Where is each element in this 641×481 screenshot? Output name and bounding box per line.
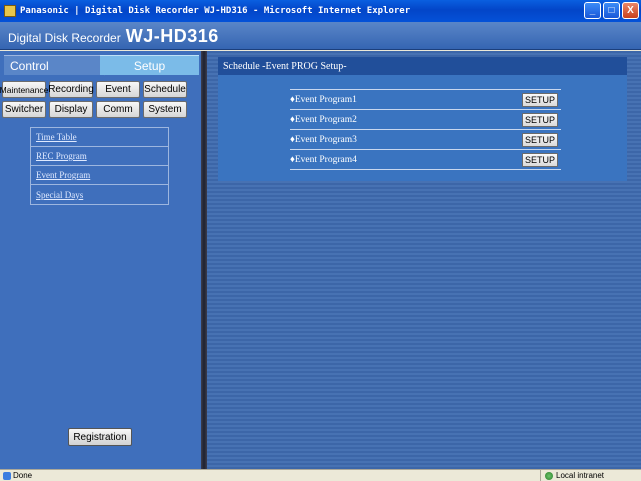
model-name: WJ-HD316 bbox=[125, 26, 219, 46]
event-button[interactable]: Event bbox=[96, 81, 140, 98]
setup-button[interactable]: SETUP bbox=[522, 92, 558, 107]
recording-button[interactable]: Recording bbox=[48, 81, 94, 98]
menu-row-1: Maintenance Recording Event Schedule bbox=[0, 81, 187, 98]
system-button[interactable]: System bbox=[143, 101, 187, 118]
menu-row-2: Switcher Display Comm System bbox=[2, 101, 187, 118]
event-program-label: ♦Event Program3 bbox=[290, 134, 357, 145]
tab-setup[interactable]: Setup bbox=[100, 55, 199, 75]
display-button[interactable]: Display bbox=[49, 101, 93, 118]
schedule-submenu: Time Table REC Program Event Program Spe… bbox=[30, 127, 169, 205]
list-item: ♦Event Program3 SETUP bbox=[290, 130, 561, 150]
close-button[interactable]: X bbox=[622, 2, 639, 19]
ie-app-icon bbox=[4, 5, 16, 17]
event-program-label: ♦Event Program1 bbox=[290, 94, 357, 105]
minimize-button[interactable]: _ bbox=[584, 2, 601, 19]
window-title: Panasonic | Digital Disk Recorder WJ-HD3… bbox=[20, 6, 411, 16]
list-item: ♦Event Program2 SETUP bbox=[290, 110, 561, 130]
status-bar: Done Local intranet bbox=[0, 469, 641, 481]
intranet-icon bbox=[545, 471, 553, 480]
event-program-label: ♦Event Program4 bbox=[290, 154, 357, 165]
maximize-button[interactable]: □ bbox=[603, 2, 620, 19]
panel-title: Schedule -Event PROG Setup- bbox=[218, 57, 627, 75]
page-icon bbox=[3, 471, 11, 480]
brand-name: Digital Disk Recorder bbox=[8, 31, 121, 45]
maintenance-button[interactable]: Maintenance bbox=[0, 81, 48, 98]
submenu-item-time-table[interactable]: Time Table bbox=[31, 128, 168, 147]
left-navigation-panel: Control Setup Maintenance Recording Even… bbox=[0, 51, 201, 469]
submenu-link[interactable]: Event Program bbox=[36, 170, 90, 180]
mode-tabs: Control Setup bbox=[0, 55, 201, 76]
registration-button[interactable]: Registration bbox=[68, 428, 132, 446]
window-title-bar: Panasonic | Digital Disk Recorder WJ-HD3… bbox=[0, 0, 641, 22]
list-item: ♦Event Program4 SETUP bbox=[290, 150, 561, 170]
submenu-item-event-program[interactable]: Event Program bbox=[31, 166, 168, 185]
main-content: Schedule -Event PROG Setup- ♦Event Progr… bbox=[207, 51, 641, 469]
submenu-link[interactable]: REC Program bbox=[36, 151, 87, 161]
setup-button[interactable]: SETUP bbox=[522, 152, 558, 167]
event-program-label: ♦Event Program2 bbox=[290, 114, 357, 125]
window-controls: _ □ X bbox=[584, 2, 639, 19]
switcher-button[interactable]: Switcher bbox=[2, 101, 46, 118]
zone-label: Local intranet bbox=[556, 471, 605, 480]
submenu-item-rec-program[interactable]: REC Program bbox=[31, 147, 168, 166]
event-program-panel: ♦Event Program1 SETUP ♦Event Program2 SE… bbox=[218, 75, 627, 181]
app-header: Digital Disk Recorder WJ-HD316 bbox=[0, 22, 641, 50]
submenu-link[interactable]: Special Days bbox=[36, 190, 83, 200]
event-program-list: ♦Event Program1 SETUP ♦Event Program2 SE… bbox=[290, 89, 561, 170]
submenu-item-special-days[interactable]: Special Days bbox=[31, 185, 168, 204]
setup-button[interactable]: SETUP bbox=[522, 132, 558, 147]
setup-button[interactable]: SETUP bbox=[522, 112, 558, 127]
comm-button[interactable]: Comm bbox=[96, 101, 140, 118]
security-zone: Local intranet bbox=[540, 470, 604, 481]
tab-control[interactable]: Control bbox=[4, 55, 112, 76]
status-text: Done bbox=[13, 471, 33, 480]
list-item: ♦Event Program1 SETUP bbox=[290, 90, 561, 110]
submenu-link[interactable]: Time Table bbox=[36, 132, 77, 142]
schedule-button[interactable]: Schedule bbox=[143, 81, 187, 98]
